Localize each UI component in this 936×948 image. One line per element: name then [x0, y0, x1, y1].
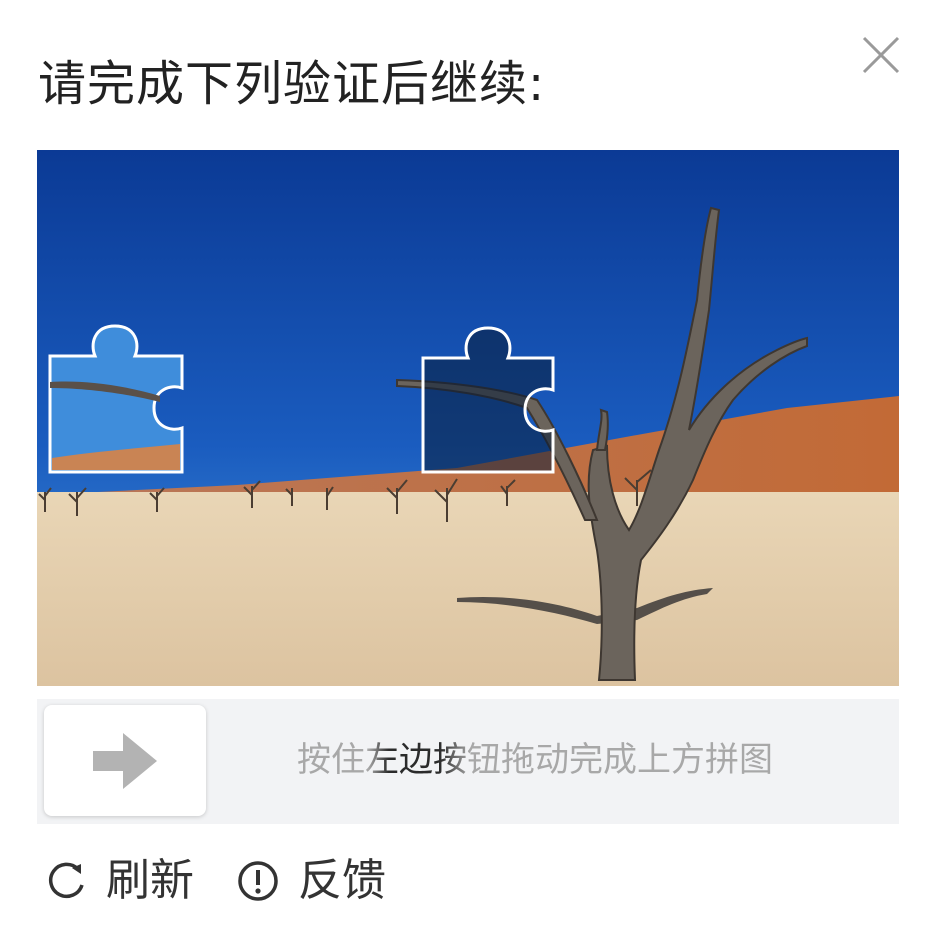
dialog-title: 请完成下列验证后继续: — [38, 56, 546, 112]
footer-actions: 刷新 反馈 — [44, 848, 428, 914]
feedback-button[interactable]: 反馈 — [236, 851, 386, 911]
refresh-label: 刷新 — [106, 855, 194, 906]
arrow-right-icon — [93, 733, 157, 789]
puzzle-image — [37, 150, 899, 686]
captcha-dialog: 请完成下列验证后继续: 按住左边按钮拖动完成上方拼图 刷新 反馈 — [0, 0, 936, 948]
refresh-icon — [48, 862, 84, 899]
info-circle-icon — [238, 861, 278, 901]
slider-handle[interactable] — [44, 705, 206, 816]
close-icon[interactable] — [856, 30, 906, 80]
feedback-label: 反馈 — [298, 855, 386, 906]
slider-hint: 按住左边按钮拖动完成上方拼图 — [297, 735, 807, 785]
refresh-button[interactable]: 刷新 — [44, 851, 194, 911]
slider-track[interactable]: 按住左边按钮拖动完成上方拼图 — [37, 699, 899, 824]
